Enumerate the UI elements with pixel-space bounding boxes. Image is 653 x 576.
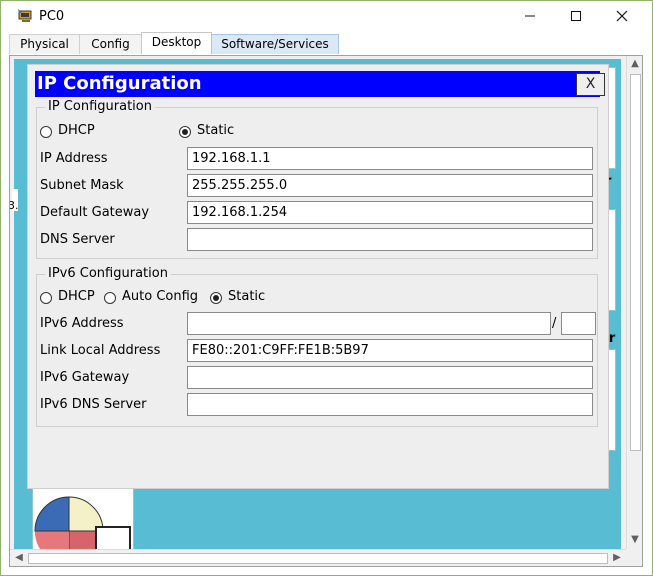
minimize-icon [525,15,535,17]
pie-chart-icon[interactable] [34,487,134,553]
ipv6-gateway-label: IPv6 Gateway [40,370,130,385]
dialog-title: IP Configuration [37,73,202,94]
vertical-scroll-thumb[interactable] [630,74,641,451]
ipv6-static-radio[interactable] [210,292,222,304]
ipv6-legend: IPv6 Configuration [45,266,171,281]
pc-app-icon [18,9,32,22]
ip-address-label: IP Address [40,151,108,166]
link-local-address-label: Link Local Address [40,343,161,358]
title-bar: PC0 [1,1,652,31]
ipv4-dhcp-radio[interactable] [40,126,52,138]
tab-software-services[interactable]: Software/Services [211,34,339,54]
window-title: PC0 [39,9,65,24]
dns-server-label: DNS Server [40,232,115,247]
scroll-right-icon[interactable]: ▶ [610,552,624,563]
ipv6-static-label[interactable]: Static [228,289,265,304]
ipv6-address-label: IPv6 Address [40,316,124,331]
tab-desktop[interactable]: Desktop [141,32,212,54]
bg-text-left: 3. [9,199,19,212]
ipv6-dns-server-label: IPv6 DNS Server [40,397,147,412]
subnet-mask-input[interactable]: 255.255.255.0 [187,174,593,197]
ipv4-group: IP Configuration DHCP Static IP Address … [36,99,598,259]
dns-server-input[interactable] [187,228,593,251]
ipv6-prefix-input[interactable] [561,312,596,335]
maximize-icon [571,11,581,21]
ipv6-prefix-separator: / [552,316,557,331]
close-icon [616,10,628,22]
ipv6-auto-config-radio[interactable] [104,292,116,304]
dialog-close-button[interactable]: X [576,73,605,96]
app-window: PC0 Physical Config Desktop Software/Ser… [0,0,653,576]
link-local-address-input[interactable]: FE80::201:C9FF:FE1B:5B97 [187,339,593,362]
maximize-button[interactable] [553,1,599,31]
dialog-title-bar: IP Configuration X [35,71,605,97]
ipv6-group: IPv6 Configuration DHCP Auto Config Stat… [36,266,598,427]
ipv6-dns-server-input[interactable] [187,393,593,416]
ipv6-gateway-input[interactable] [187,366,593,389]
scroll-down-icon[interactable]: ▼ [627,534,642,545]
scroll-up-icon[interactable]: ▲ [627,58,642,69]
ip-address-input[interactable]: 192.168.1.1 [187,147,593,170]
ipv4-legend: IP Configuration [45,99,155,114]
tab-config[interactable]: Config [79,34,142,54]
ipv6-address-input[interactable] [187,312,551,335]
ipv6-dhcp-radio[interactable] [40,292,52,304]
close-button[interactable] [599,1,645,31]
ipv4-static-label[interactable]: Static [197,123,234,138]
ipv4-dhcp-label[interactable]: DHCP [58,123,95,138]
subnet-mask-label: Subnet Mask [40,178,124,193]
vertical-scrollbar[interactable]: ▲ ▼ [626,56,642,549]
ipv4-static-radio[interactable] [179,126,191,138]
tab-physical[interactable]: Physical [9,34,80,54]
horizontal-scroll-thumb[interactable] [28,553,608,564]
ipv6-auto-config-label[interactable]: Auto Config [122,289,198,304]
default-gateway-input[interactable]: 192.168.1.254 [187,201,593,224]
ip-configuration-dialog: IP Configuration X IP Configuration DHCP… [27,64,609,489]
minimize-button[interactable] [507,1,553,31]
horizontal-scrollbar[interactable]: ◀ ▶ [10,549,626,566]
default-gateway-label: Default Gateway [40,205,150,220]
ipv6-dhcp-label[interactable]: DHCP [58,289,95,304]
scroll-left-icon[interactable]: ◀ [12,552,26,563]
